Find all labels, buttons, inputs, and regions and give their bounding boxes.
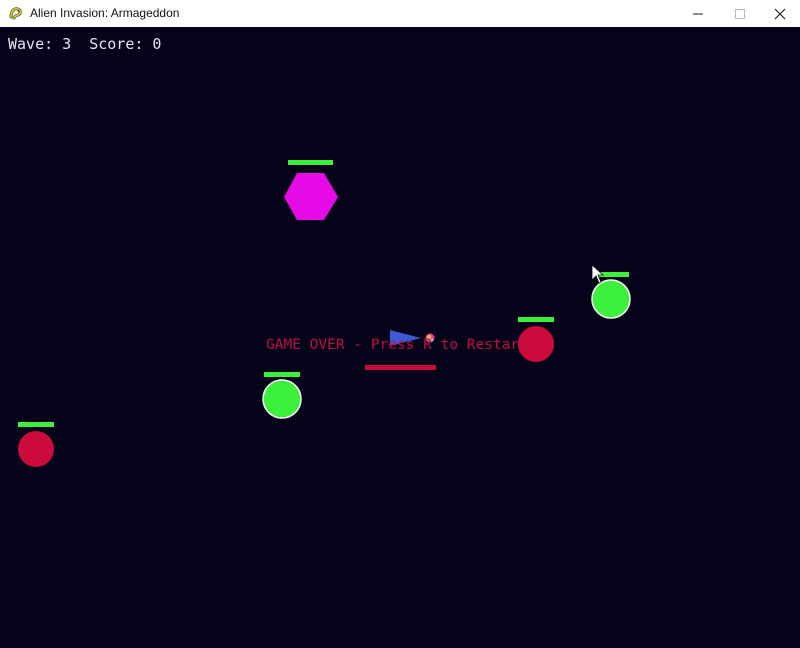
green-circle-enemy bbox=[262, 372, 302, 419]
minimize-icon bbox=[693, 13, 703, 15]
enemy-health-bar bbox=[288, 160, 333, 165]
player-health-bar bbox=[365, 365, 436, 370]
hexagon-body bbox=[284, 173, 338, 220]
minimize-button[interactable] bbox=[676, 0, 720, 27]
red-circle-enemy bbox=[18, 422, 54, 467]
enemy-health-bar bbox=[18, 422, 54, 427]
mouse-cursor-icon bbox=[591, 264, 605, 284]
game-canvas[interactable]: Wave: 3 Score: 0 GAME OVER - Press R to … bbox=[0, 27, 800, 648]
app-icon bbox=[9, 7, 22, 20]
enemy-body bbox=[18, 431, 54, 467]
maximize-button[interactable] bbox=[718, 0, 762, 27]
title-bar: Alien Invasion: Armageddon bbox=[0, 0, 800, 28]
enemy-health-bar bbox=[264, 372, 300, 377]
magenta-hexagon-enemy bbox=[284, 160, 338, 220]
close-button[interactable] bbox=[758, 0, 800, 27]
enemy-health-bar bbox=[518, 317, 554, 322]
close-icon bbox=[774, 8, 786, 20]
enemy-body bbox=[591, 279, 631, 319]
window-title: Alien Invasion: Armageddon bbox=[30, 6, 180, 20]
enemy-body bbox=[262, 379, 302, 419]
maximize-icon bbox=[735, 9, 745, 19]
game-over-message: GAME OVER - Press R to Restart bbox=[266, 337, 528, 353]
